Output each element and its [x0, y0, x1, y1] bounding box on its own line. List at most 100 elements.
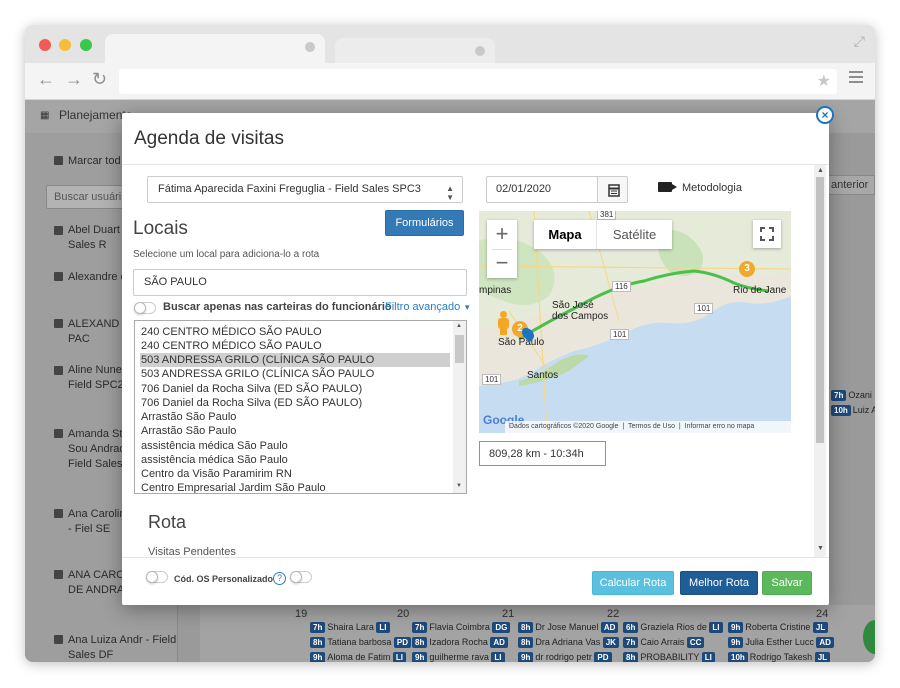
location-option[interactable]: Centro Empresarial Jardim São Paulo: [140, 481, 450, 493]
location-option[interactable]: 240 CENTRO MÉDICO SÃO PAULO: [140, 339, 450, 353]
locations-listbox[interactable]: 240 CENTRO MÉDICO SÃO PAULO 240 CENTRO M…: [134, 320, 467, 494]
wallets-only-toggle[interactable]: [134, 302, 156, 314]
city-label: São José dos Campos: [552, 300, 609, 322]
user-checkbox[interactable]: [54, 226, 63, 235]
browser-menu-icon[interactable]: [849, 71, 863, 86]
address-bar[interactable]: ★: [119, 69, 837, 94]
calendar-prev-button[interactable]: anterior: [825, 175, 875, 195]
user-checkbox[interactable]: [54, 570, 63, 579]
city-label: Santos: [527, 370, 559, 381]
help-icon[interactable]: ?: [273, 572, 286, 585]
report-error-link[interactable]: Informar erro no mapa: [685, 423, 755, 430]
calendar-event[interactable]: 9h guilherme rava LI: [412, 652, 507, 662]
fullscreen-icon[interactable]: ⤢: [854, 33, 865, 50]
location-option[interactable]: 706 Daniel da Rocha Silva (ED SÃO PAULO): [140, 382, 450, 396]
calendar-event[interactable]: 10h Rodrigo Takesh JL: [728, 652, 832, 662]
forward-icon[interactable]: →: [65, 69, 83, 90]
calendar-event[interactable]: 10h Luiz A: [831, 405, 875, 416]
location-option-selected[interactable]: 503 ANDRESSA GRILO (CLÍNICA SÃO PAULO: [140, 353, 450, 367]
browser-tab-active[interactable]: [105, 34, 325, 63]
custom-os-toggle[interactable]: [146, 571, 168, 583]
zoom-in-button[interactable]: +: [487, 220, 517, 249]
user-checkbox[interactable]: [54, 272, 63, 281]
scroll-up-icon[interactable]: ▲: [817, 167, 824, 174]
street-view-pegman-icon[interactable]: [497, 311, 509, 335]
minimize-window-icon[interactable]: [59, 39, 71, 51]
scroll-down-icon[interactable]: ▼: [456, 483, 462, 489]
advanced-filter-link[interactable]: Filtro avançado ▼: [385, 301, 471, 313]
save-button[interactable]: Salvar: [762, 571, 812, 595]
calendar-event[interactable]: 7h Flavia Coimbra DG: [412, 622, 512, 633]
calendar-event[interactable]: 7h Caio Arrais CC: [623, 637, 706, 648]
wallets-only-label: Buscar apenas nas carteiras do funcionár…: [163, 301, 392, 313]
maximize-window-icon[interactable]: [80, 39, 92, 51]
user-name: Ana Luiza Andr - Field Sales DF: [68, 634, 177, 661]
listbox-scrollbar[interactable]: ▲ ▼: [453, 321, 466, 493]
user-checkbox[interactable]: [54, 429, 63, 438]
tab-close-icon[interactable]: [475, 46, 485, 56]
route-marker[interactable]: 3: [739, 261, 755, 277]
location-option[interactable]: assistência médica São Paulo: [140, 439, 450, 453]
grid-menu-icon[interactable]: ▦: [40, 110, 49, 121]
locais-heading: Locais: [133, 218, 188, 239]
mark-all-checkbox[interactable]: [54, 156, 63, 165]
scroll-down-icon[interactable]: ▼: [817, 545, 824, 552]
day-number: 24: [816, 608, 829, 620]
scroll-up-icon[interactable]: ▲: [456, 323, 462, 329]
user-checkbox[interactable]: [54, 366, 63, 375]
map-type-satellite-tab[interactable]: Satélite: [597, 220, 672, 249]
calendar-event[interactable]: 9h Aloma de Fatim LI: [310, 652, 408, 662]
reload-icon[interactable]: ↻: [92, 69, 107, 90]
calendar-event[interactable]: 8h Tatiana barbosa PD: [310, 637, 413, 648]
employee-select[interactable]: Fátima Aparecida Faxini Freguglia - Fiel…: [147, 176, 463, 203]
calendar-event[interactable]: 6h Graziela Rios de LI: [623, 622, 725, 633]
modal-header: Agenda de visitas: [122, 113, 829, 165]
road-label: 381: [597, 211, 617, 220]
location-option[interactable]: 706 Daniel da Rocha Silva (ED SÃO PAULO): [140, 396, 450, 410]
user-checkbox[interactable]: [54, 319, 63, 328]
browser-titlebar: ⤢: [25, 25, 875, 63]
location-option[interactable]: 503 ANDRESSA GRILO (CLÍNICA SÃO PAULO: [140, 367, 450, 381]
modal-close-icon[interactable]: ×: [816, 106, 834, 124]
custom-os-toggle-secondary[interactable]: [290, 571, 312, 583]
user-checkbox[interactable]: [54, 635, 63, 644]
calendar-event[interactable]: 8h Dra Adriana Vas JK: [518, 637, 621, 648]
date-input[interactable]: 02/01/2020: [486, 176, 598, 203]
methodology-link[interactable]: Metodologia: [682, 182, 742, 194]
calendar-event[interactable]: 7h Shaira Lara LI: [310, 622, 392, 633]
best-route-button[interactable]: Melhor Rota: [680, 571, 758, 595]
calendar-event[interactable]: 8h PROBABILITY LI: [623, 652, 717, 662]
location-option[interactable]: Centro da Visão Paramirim RN: [140, 467, 450, 481]
back-icon[interactable]: ←: [37, 69, 55, 90]
close-window-icon[interactable]: [39, 39, 51, 51]
calendar-button[interactable]: [597, 176, 628, 203]
location-option[interactable]: 240 CENTRO MÉDICO SÃO PAULO: [140, 325, 450, 339]
route-map[interactable]: 381 116 101 101 101 mpinas São José dos …: [479, 211, 791, 433]
browser-tab[interactable]: [335, 38, 495, 63]
user-checkbox[interactable]: [54, 509, 63, 518]
chevron-down-icon: ▲ ▼: [446, 184, 454, 202]
visit-schedule-modal: Agenda de visitas Fátima Aparecida Faxin…: [122, 113, 829, 605]
map-type-map-tab[interactable]: Mapa: [534, 220, 597, 249]
calendar-event[interactable]: 9h dr rodrigo petr PD: [518, 652, 614, 662]
zoom-out-button[interactable]: −: [487, 249, 517, 278]
modal-scrollbar[interactable]: ▲ ▼: [814, 165, 826, 557]
bookmark-star-icon[interactable]: ★: [817, 71, 831, 91]
location-search-input[interactable]: SÃO PAULO: [133, 269, 467, 296]
location-option[interactable]: Arrastão São Paulo: [140, 424, 450, 438]
calendar-event[interactable]: 9h Roberta Cristine JL: [728, 622, 830, 633]
location-option[interactable]: assistência médica São Paulo: [140, 453, 450, 467]
calendar-event[interactable]: 9h Julia Esther Lucc AD: [728, 637, 836, 648]
terms-link[interactable]: Termos de Uso: [628, 423, 675, 430]
location-option[interactable]: Arrastão São Paulo: [140, 410, 450, 424]
map-fullscreen-button[interactable]: [753, 220, 781, 248]
calendar-event[interactable]: 8h Izadora Rocha AD: [412, 637, 510, 648]
calendar-event[interactable]: 8h Dr Jose Manuel AD: [518, 622, 620, 633]
forms-button[interactable]: Formulários: [385, 210, 464, 236]
calculate-route-button[interactable]: Calcular Rota: [592, 571, 674, 595]
modal-body: Fátima Aparecida Faxini Freguglia - Fiel…: [122, 165, 829, 557]
tab-close-icon[interactable]: [305, 42, 315, 52]
day-number: 22: [607, 608, 620, 620]
video-camera-icon: [658, 182, 677, 192]
calendar-event[interactable]: 7h Ozani: [831, 390, 872, 401]
